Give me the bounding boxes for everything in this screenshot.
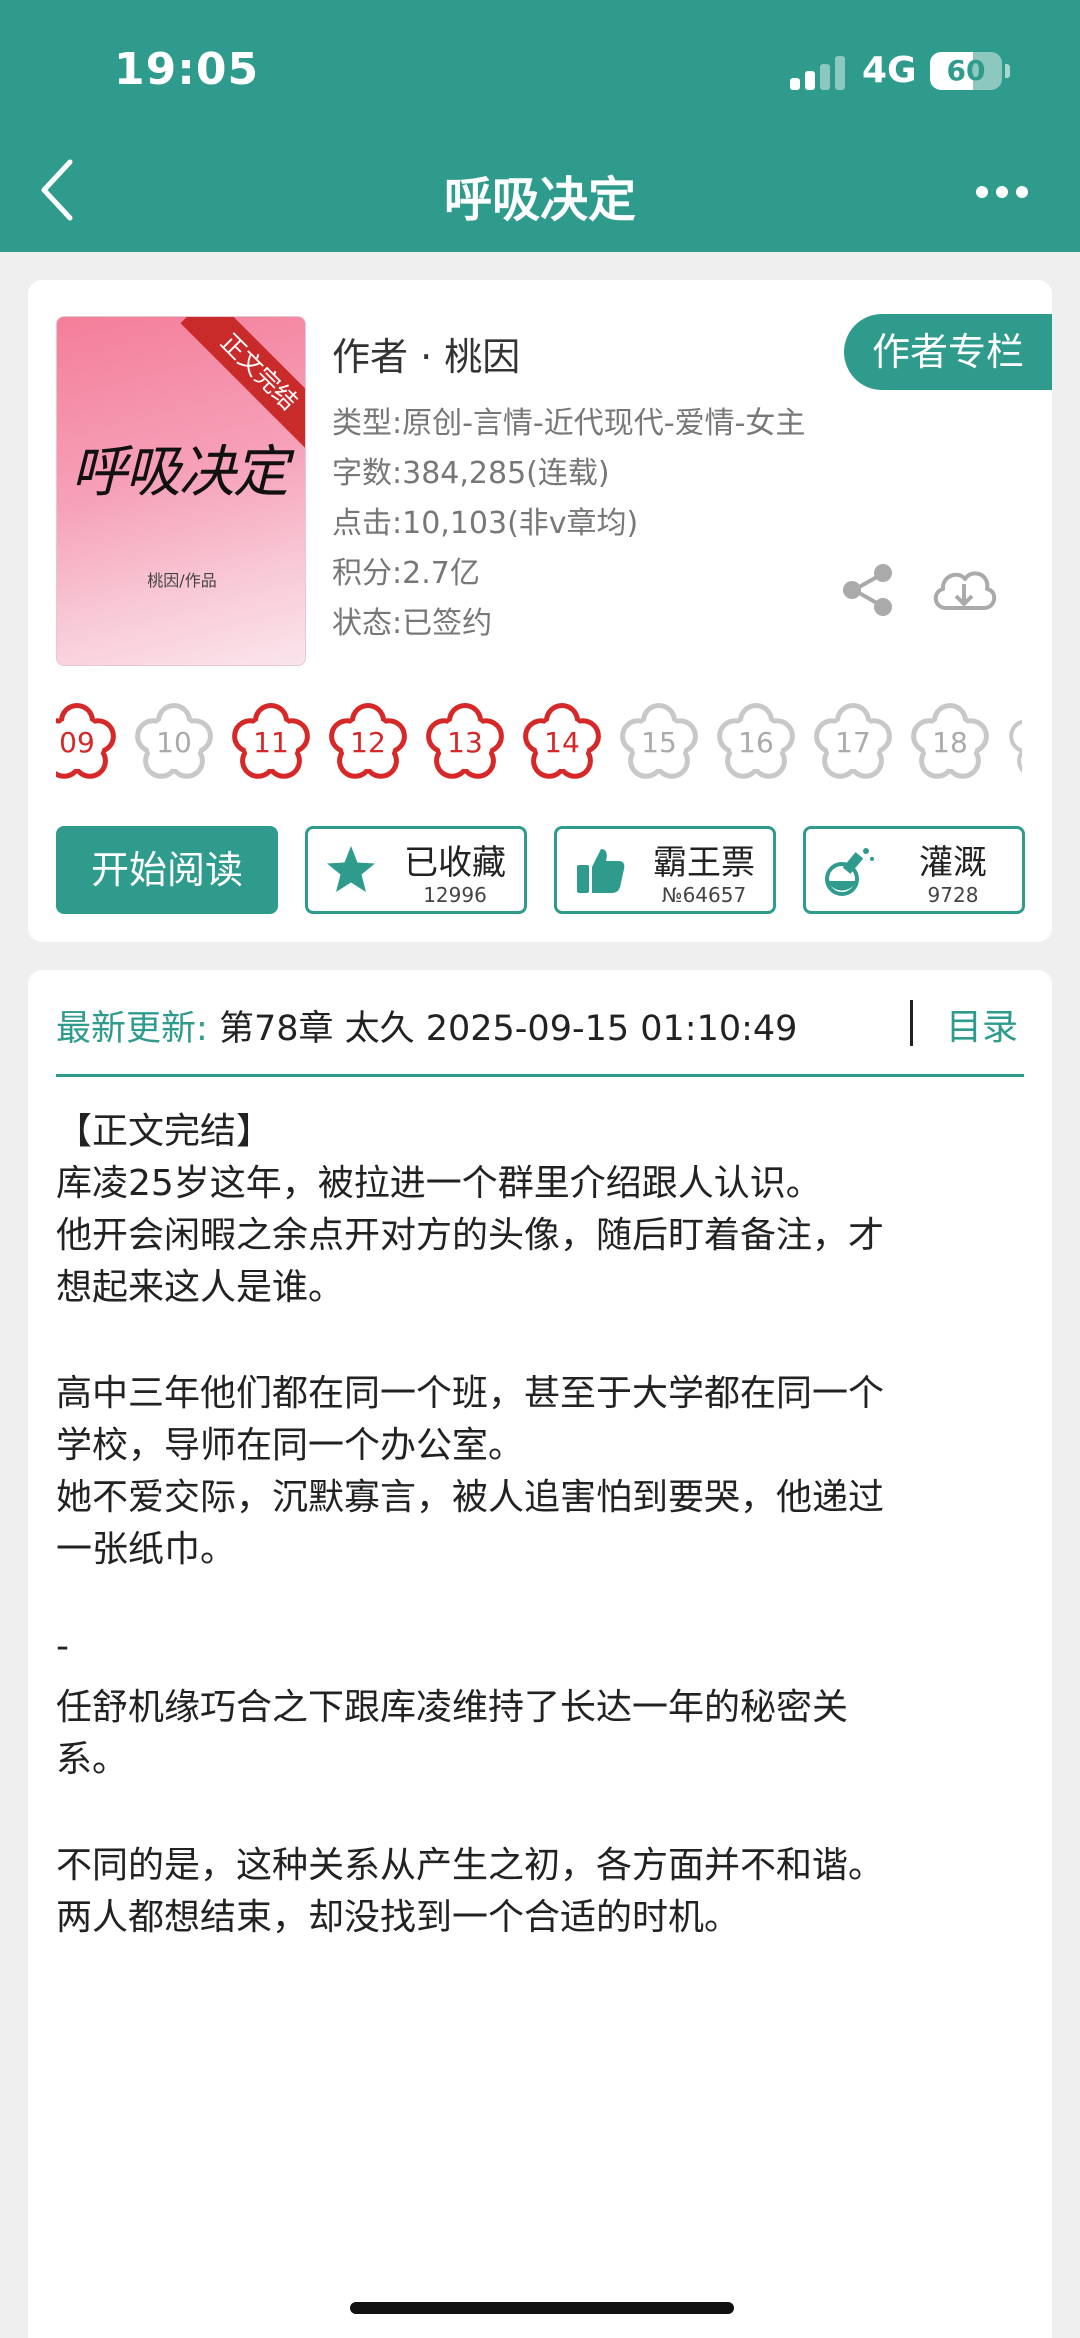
- rating-flower[interactable]: 14: [519, 700, 605, 786]
- rating-flower-label: 15: [641, 726, 677, 759]
- summary-card: 最新更新: 第78章 太久 2025-09-15 01:10:49 目录 【正文…: [28, 970, 1052, 2338]
- meta-word-count: 字数:384,285(连载): [332, 456, 610, 491]
- vote-button[interactable]: 霸王票 №64657: [554, 826, 776, 914]
- battery-level: 60: [946, 54, 986, 87]
- latest-update-label: 最新更新:: [56, 1009, 208, 1049]
- share-button[interactable]: [840, 562, 896, 618]
- battery-cap: [1005, 64, 1010, 78]
- rating-flower-label: 11: [253, 726, 289, 759]
- summary-line: 他开会闲暇之余点开对方的头像，随后盯着备注，才: [56, 1215, 885, 1256]
- latest-update-value: 第78章 太久 2025-09-15 01:10:49: [218, 1009, 798, 1049]
- cover-title: 呼吸决定: [71, 440, 289, 505]
- water-count: 9728: [927, 883, 979, 907]
- start-reading-button[interactable]: 开始阅读: [56, 826, 278, 914]
- flower-icon: [1009, 719, 1022, 773]
- summary-line: 【正文完结】: [56, 1111, 273, 1152]
- rating-flower-label: 16: [738, 726, 774, 759]
- summary-line: 系。: [56, 1739, 129, 1780]
- water-label: 灌溉: [919, 843, 987, 883]
- divider: [56, 1074, 1024, 1077]
- rating-flower-label: 12: [350, 726, 386, 759]
- collect-count: 12996: [423, 883, 487, 907]
- home-indicator: [350, 2302, 734, 2314]
- author-column-button[interactable]: 作者专栏: [844, 314, 1052, 390]
- share-icon: [843, 564, 892, 616]
- more-icon: [976, 186, 988, 198]
- latest-update[interactable]: 最新更新: 第78章 太久 2025-09-15 01:10:49: [56, 1000, 797, 1051]
- summary-line: 学校，导师在同一个办公室。: [56, 1425, 525, 1466]
- meta-status: 状态:已签约: [332, 606, 493, 641]
- rating-flowers: 09 10 11 12 13 14 15 16 17 18: [56, 700, 1022, 786]
- signal-icon: [790, 56, 846, 90]
- vote-label: 霸王票: [653, 843, 755, 883]
- status-time: 19:05: [114, 44, 260, 95]
- book-cover[interactable]: 正文完结 呼吸决定 桃因/作品: [56, 316, 306, 666]
- rating-flower-label: 14: [544, 726, 580, 759]
- rating-flower[interactable]: 09: [56, 700, 120, 786]
- rating-flower[interactable]: 12: [325, 700, 411, 786]
- summary-line: 高中三年他们都在同一个班，甚至于大学都在同一个: [56, 1373, 885, 1414]
- collect-button[interactable]: 已收藏 12996: [305, 826, 527, 914]
- book-info-card: 正文完结 呼吸决定 桃因/作品 作者 · 桃因 作者专栏 类型:原创-言情-近代…: [28, 280, 1052, 942]
- rating-flower[interactable]: 11: [228, 700, 314, 786]
- rating-flower[interactable]: 13: [422, 700, 508, 786]
- summary-line: 两人都想结束，却没找到一个合适的时机。: [56, 1897, 741, 1938]
- summary-line: -: [56, 1626, 69, 1667]
- rating-flower[interactable]: 16: [713, 700, 799, 786]
- summary-line: 她不爱交际，沉默寡言，被人追害怕到要哭，他递过: [56, 1477, 885, 1518]
- rating-flower-label: 09: [59, 726, 95, 759]
- top-bar: 19:05 4G 60 呼吸决定: [0, 0, 1080, 252]
- download-button[interactable]: [928, 558, 1000, 620]
- divider: [910, 1000, 913, 1046]
- rating-flower-label: 13: [447, 726, 483, 759]
- network-type: 4G: [862, 50, 917, 91]
- cloud-download-icon: [933, 571, 997, 610]
- rating-flower-label: 17: [835, 726, 871, 759]
- meta-points: 积分:2.7亿: [332, 556, 480, 591]
- summary-line: 任舒机缘巧合之下跟库凌维持了长达一年的秘密关: [56, 1687, 849, 1728]
- star-icon: [327, 846, 375, 892]
- author-name[interactable]: 作者 · 桃因: [332, 326, 520, 381]
- collect-label: 已收藏: [404, 843, 506, 883]
- water-button[interactable]: 灌溉 9728: [803, 826, 1025, 914]
- summary-line: 不同的是，这种关系从产生之初，各方面并不和谐。: [56, 1845, 885, 1886]
- table-of-contents-link[interactable]: 目录: [946, 998, 1018, 1050]
- summary-line: 库凌25岁这年，被拉进一个群里介绍跟人认识。: [56, 1163, 822, 1204]
- rating-flower[interactable]: 17: [810, 700, 896, 786]
- summary-line: 想起来这人是谁。: [56, 1267, 345, 1308]
- nutrient-bottle-icon: [825, 848, 874, 896]
- more-button[interactable]: [960, 170, 1044, 214]
- thumbs-up-icon: [577, 849, 625, 893]
- rating-flower[interactable]: 18: [907, 700, 993, 786]
- rating-flower-label: 18: [932, 726, 968, 759]
- rating-flower[interactable]: 15: [616, 700, 702, 786]
- meta-type: 类型:原创-言情-近代现代-爱情-女主: [332, 406, 806, 441]
- rating-flower-label: 10: [156, 726, 192, 759]
- summary-line: 一张纸巾。: [56, 1529, 237, 1570]
- cover-author: 桃因/作品: [147, 571, 217, 590]
- vote-count: №64657: [661, 883, 747, 907]
- meta-clicks: 点击:10,103(非v章均): [332, 506, 639, 541]
- rating-flower[interactable]: 10: [131, 700, 217, 786]
- rating-flower[interactable]: [1004, 700, 1022, 786]
- page-title: 呼吸决定: [443, 172, 636, 228]
- battery-icon: 60: [930, 52, 1002, 90]
